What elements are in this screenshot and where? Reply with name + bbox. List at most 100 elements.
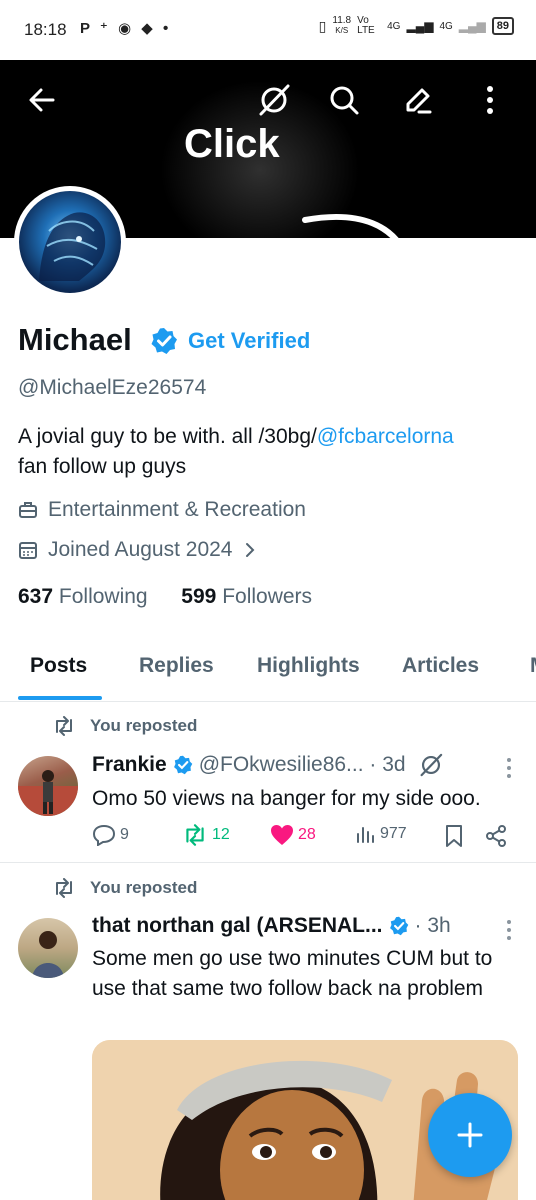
- post-header: that northan gal (ARSENAL... · 3h: [92, 914, 451, 938]
- bookmark-button[interactable]: [444, 824, 464, 848]
- network-speed-unit: K/S: [335, 26, 349, 35]
- following-count: 637: [18, 585, 54, 608]
- profile-avatar[interactable]: [14, 186, 126, 298]
- signal-icon: ▂▄▆: [406, 19, 434, 33]
- post-divider: [0, 862, 536, 863]
- post-more-icon[interactable]: [506, 758, 512, 782]
- post-header: Frankie @FOkwesilie86... · 3d: [92, 752, 444, 778]
- reply-count: 9: [120, 826, 129, 843]
- edit-profile-button[interactable]: [398, 80, 438, 120]
- post-handle-time: @FOkwesilie86... · 3d: [198, 753, 406, 776]
- chevron-right-icon: [245, 543, 254, 557]
- notification-icons: P ⁺ ◉ ◆ •: [80, 20, 172, 37]
- repost-indicator: You reposted: [52, 716, 197, 736]
- signal-icon-2: ▂▄▆: [458, 19, 486, 33]
- profile-bio: A jovial guy to be with. all /30bg/@fcba…: [18, 422, 528, 482]
- lion-avatar-image: [39, 212, 106, 281]
- tab-more-cutoff[interactable]: M: [530, 654, 536, 678]
- followers-link[interactable]: 599 Followers: [181, 585, 312, 608]
- battery-indicator: 89: [491, 17, 514, 35]
- bio-text-2: fan follow up guys: [18, 455, 187, 478]
- like-button[interactable]: 28: [270, 824, 316, 846]
- volte-label: Vo LTE: [357, 15, 375, 36]
- share-icon: [486, 825, 506, 847]
- profile-category: Entertainment & Recreation: [18, 498, 306, 522]
- repost-icon: [56, 878, 72, 898]
- banner-arrow-icon: [302, 214, 399, 238]
- person-photo: [18, 770, 78, 816]
- active-tab-indicator: [18, 696, 102, 700]
- views-count: 977: [380, 825, 407, 842]
- followers-label: Followers: [222, 585, 313, 608]
- repost-label: You reposted: [90, 878, 198, 897]
- repost-count: 12: [212, 826, 230, 843]
- search-button[interactable]: [324, 80, 364, 120]
- status-time: 18:18: [24, 20, 67, 39]
- profile-joined[interactable]: Joined August 2024: [18, 538, 257, 562]
- following-label: Following: [58, 585, 148, 608]
- repost-icon: [56, 716, 72, 736]
- share-button[interactable]: [484, 824, 508, 848]
- repost-button[interactable]: 12: [182, 824, 230, 846]
- search-icon: [330, 86, 359, 115]
- network-speed-value: 11.8: [332, 15, 352, 26]
- follow-stats: 637 Following 599 Followers: [18, 585, 312, 609]
- post-author-name[interactable]: Frankie: [92, 753, 167, 777]
- verified-badge-icon: [173, 755, 192, 775]
- calendar-icon: [19, 542, 37, 559]
- post-more-icon[interactable]: [506, 920, 512, 944]
- tab-posts[interactable]: Posts: [30, 654, 87, 678]
- tab-highlights[interactable]: Highlights: [257, 654, 360, 678]
- category-label: Entertainment & Recreation: [48, 498, 306, 521]
- briefcase-icon: [19, 502, 37, 518]
- repost-label: You reposted: [90, 716, 198, 735]
- repost-indicator: You reposted: [52, 878, 197, 898]
- person-photo: [32, 931, 64, 978]
- joined-label: Joined August 2024: [48, 538, 233, 561]
- vibrate-icon: ▯: [318, 17, 327, 34]
- tab-articles[interactable]: Articles: [402, 654, 479, 678]
- compose-post-button[interactable]: [428, 1093, 512, 1177]
- bio-text: A jovial guy to be with. all /30bg/: [18, 425, 317, 448]
- status-bar: 18:18 P ⁺ ◉ ◆ • ▯ 11.8 K/S Vo LTE 4G ▂▄▆…: [0, 0, 536, 60]
- status-right: ▯ 11.8 K/S Vo LTE 4G ▂▄▆ 4G ▂▄▆ 89: [319, 16, 514, 36]
- more-options-button[interactable]: [470, 80, 510, 120]
- grok-icon: [259, 84, 290, 116]
- verified-badge-icon: [151, 328, 177, 354]
- plus-icon: [457, 1122, 483, 1148]
- post-author-name[interactable]: that northan gal (ARSENAL...: [92, 914, 383, 938]
- tab-replies[interactable]: Replies: [139, 654, 214, 678]
- post-text: Some men go use two minutes CUM but to u…: [92, 947, 493, 1000]
- back-button[interactable]: [22, 80, 62, 120]
- like-count: 28: [298, 826, 316, 843]
- following-link[interactable]: 637 Following: [18, 585, 148, 608]
- views-chart-icon: [357, 827, 374, 843]
- heart-filled-icon: [271, 825, 293, 845]
- post-handle-time: · 3h: [414, 914, 451, 937]
- post-text: Omo 50 views na banger for my side ooo.: [92, 787, 481, 810]
- arrow-left-icon: [29, 88, 55, 112]
- views-button[interactable]: 977: [356, 824, 407, 844]
- repost-icon: [186, 824, 204, 846]
- followers-count: 599: [181, 585, 217, 608]
- post-author-avatar[interactable]: [18, 918, 78, 978]
- verified-badge-icon: [389, 916, 408, 936]
- reply-button[interactable]: 9: [92, 824, 129, 846]
- profile-tabs: Posts Replies Highlights Articles M: [0, 640, 536, 702]
- post-actions: 9 12 28 977: [92, 824, 512, 850]
- grok-icon[interactable]: [418, 752, 444, 778]
- profile-handle: @MichaelEze26574: [18, 376, 207, 399]
- network-speed: 11.8 K/S: [332, 16, 351, 36]
- profile-name: Michael: [18, 322, 132, 357]
- get-verified-link[interactable]: Get Verified: [188, 328, 310, 354]
- sim1-label: 4G: [387, 20, 401, 32]
- banner-click-text: Click: [184, 122, 280, 166]
- pencil-icon: [406, 88, 432, 114]
- post-author-avatar[interactable]: [18, 756, 78, 816]
- grok-button[interactable]: [254, 80, 294, 120]
- bio-mention-link[interactable]: @fcbarcelorna: [317, 425, 454, 448]
- bookmark-icon: [446, 825, 462, 847]
- reply-icon: [92, 824, 116, 846]
- more-vertical-icon: [487, 86, 493, 114]
- sim2-label: 4G: [439, 20, 453, 32]
